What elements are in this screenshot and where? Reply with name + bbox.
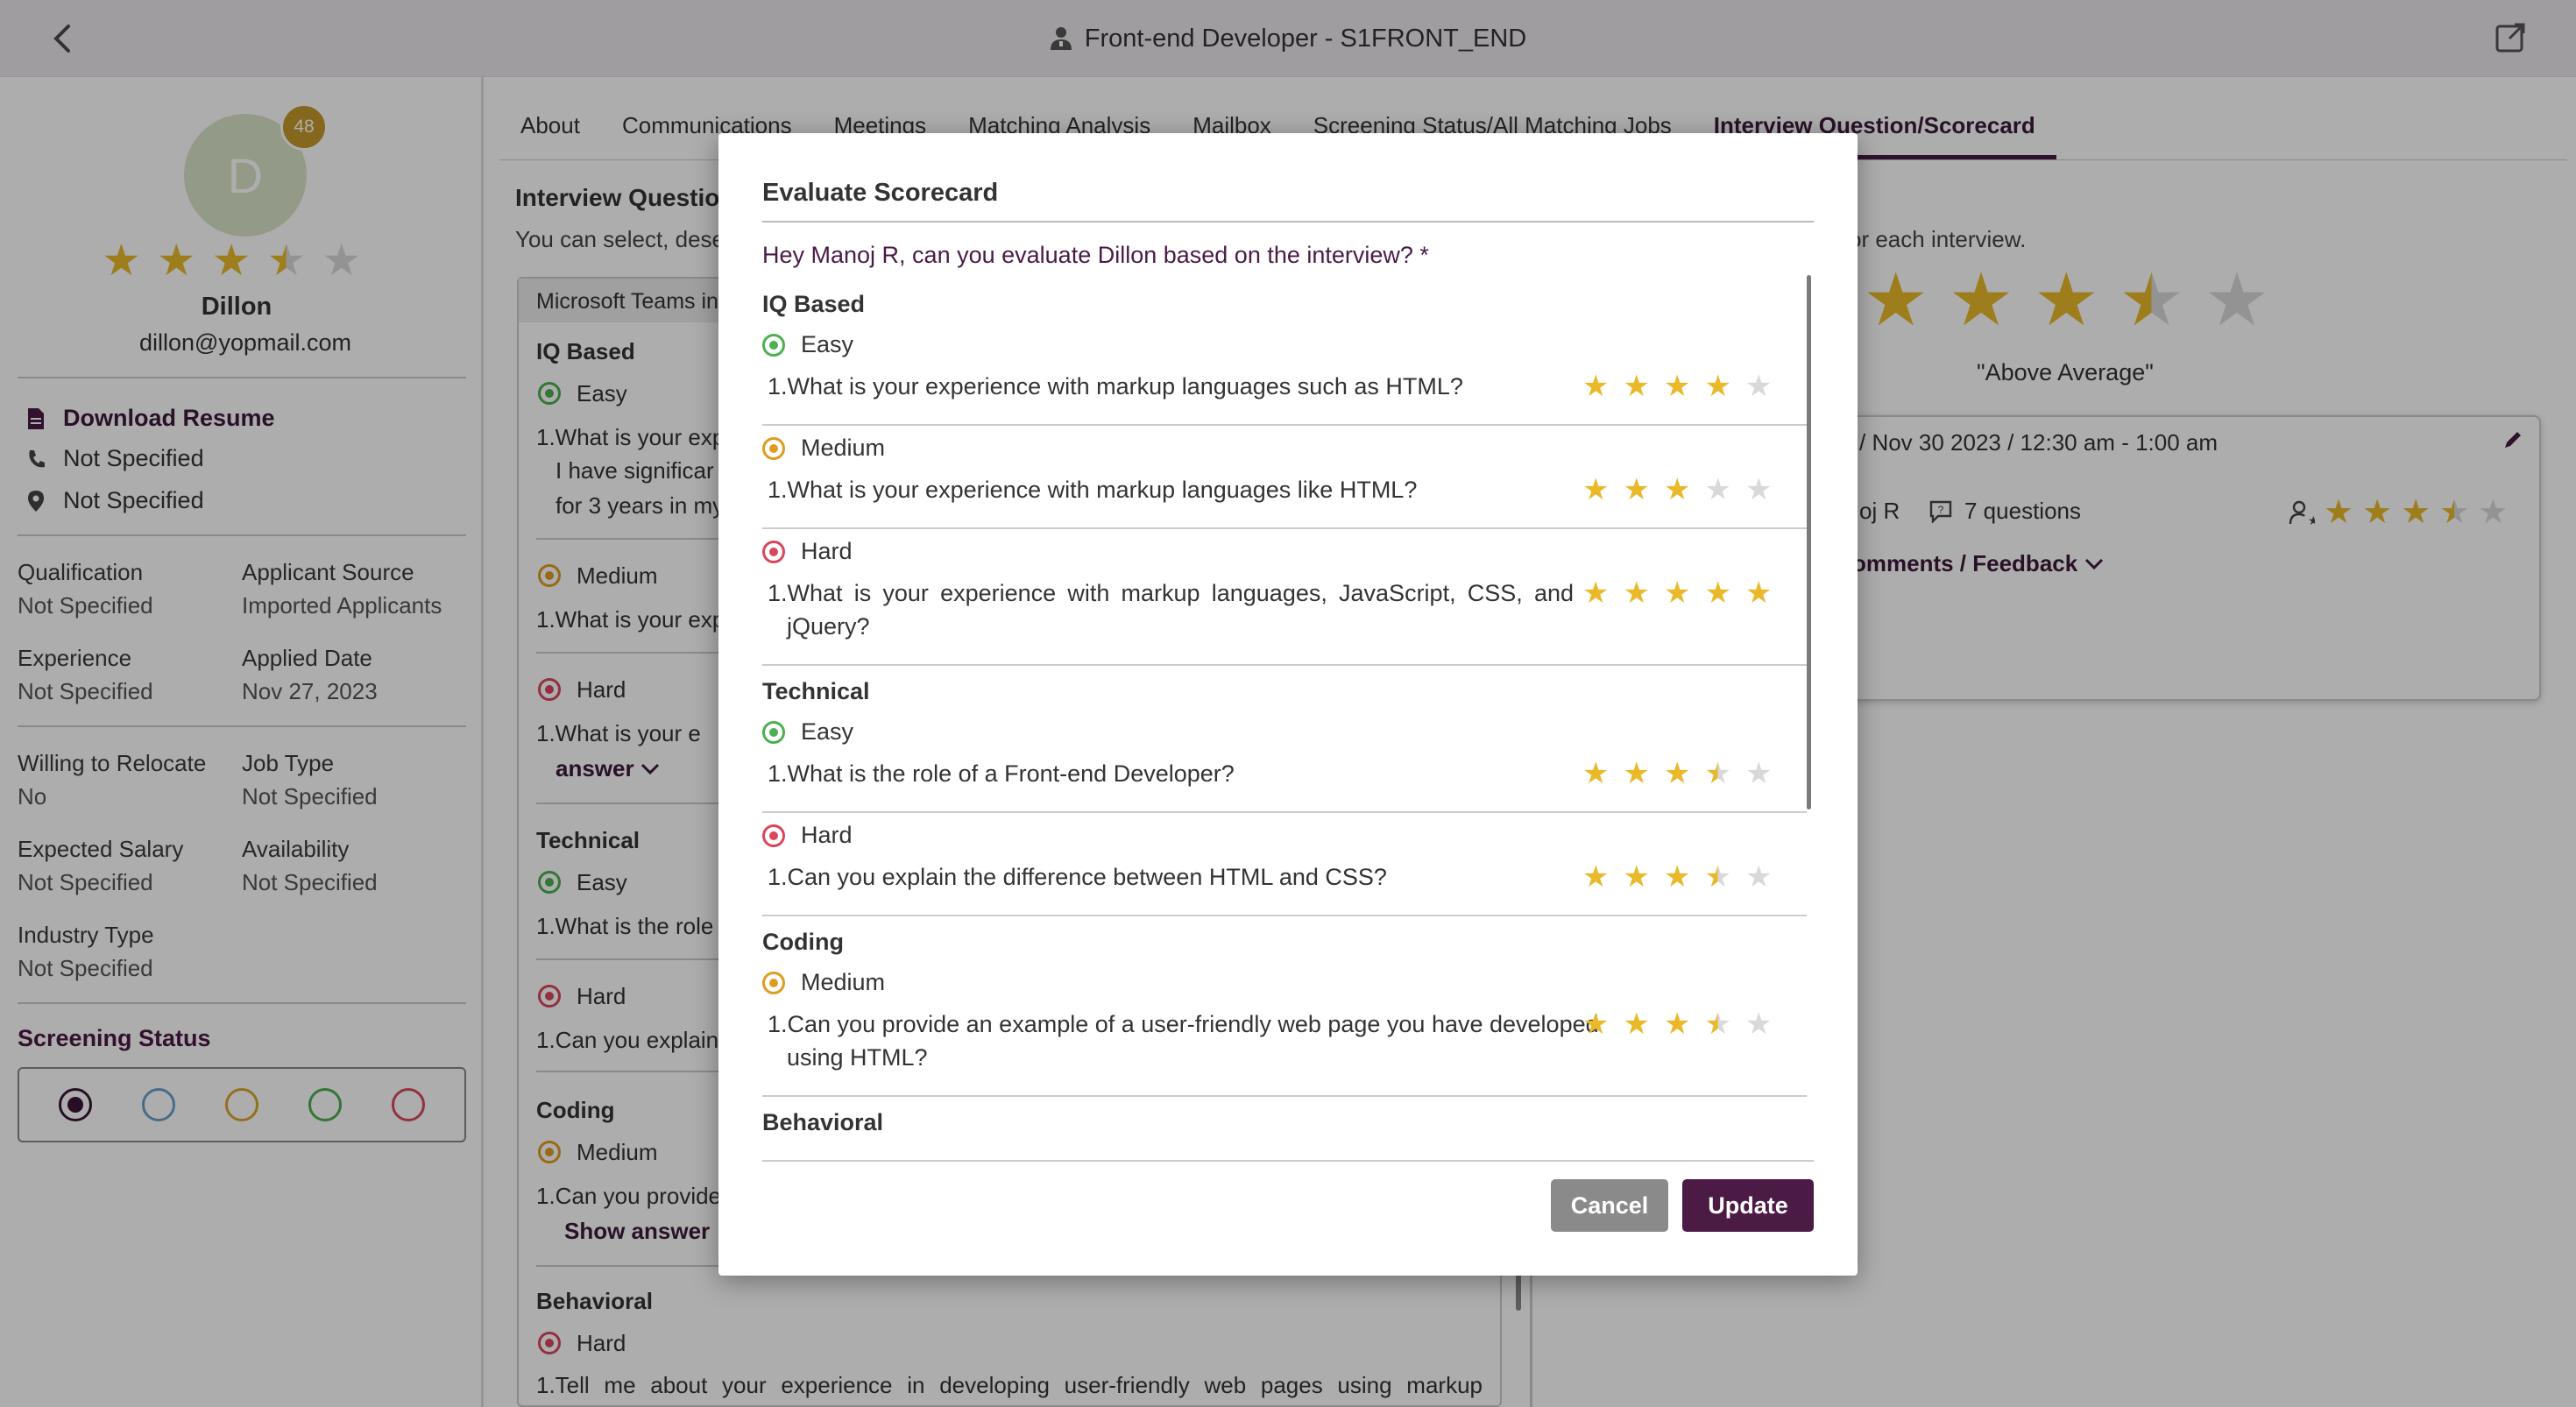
- easy-radio-icon: [762, 333, 785, 357]
- question-line-2: using HTML?: [787, 1044, 928, 1071]
- divider: [762, 424, 1807, 426]
- star-icon[interactable]: ★: [1582, 1009, 1609, 1039]
- question-line-1: 1.What is your experience with markup la…: [768, 580, 1574, 606]
- question-line-2: jQuery?: [787, 613, 870, 640]
- level-easy: Easy: [762, 718, 853, 746]
- star-icon[interactable]: ★: [1704, 371, 1730, 401]
- star-icon[interactable]: ★: [1623, 371, 1649, 401]
- divider: [762, 527, 1807, 529]
- star-icon[interactable]: ★: [1664, 862, 1690, 892]
- question-line-1: 1.Can you provide an example of a user-f…: [768, 1011, 1599, 1037]
- level-easy: Easy: [762, 331, 853, 358]
- star-icon[interactable]: ★: [1704, 578, 1730, 608]
- star-empty-icon[interactable]: ★: [1745, 862, 1772, 892]
- star-empty-icon[interactable]: ★: [1745, 759, 1772, 788]
- question-text: 1.What is your experience with markup la…: [768, 576, 1574, 643]
- question-text: 1.What is your experience with markup la…: [768, 373, 1463, 399]
- star-icon[interactable]: ★: [1582, 862, 1609, 892]
- star-icon[interactable]: ★: [1745, 578, 1772, 608]
- update-button[interactable]: Update: [1682, 1179, 1814, 1232]
- star-icon[interactable]: ★: [1664, 578, 1690, 608]
- cancel-button[interactable]: Cancel: [1551, 1179, 1668, 1232]
- divider: [762, 1095, 1807, 1097]
- star-icon[interactable]: ★: [1582, 371, 1609, 401]
- category-behavioral: Behavioral: [762, 1109, 884, 1135]
- divider: [762, 664, 1807, 666]
- star-rating[interactable]: ★ ★ ★ ★ ★: [1582, 371, 1772, 401]
- level-label: Easy: [801, 718, 854, 745]
- easy-radio-icon: [762, 720, 785, 744]
- star-rating[interactable]: ★ ★ ★ ★ ★: [1582, 578, 1772, 608]
- question-text: 1.Can you explain the difference between…: [768, 864, 1387, 890]
- question-text: 1.What is the role of a Front-end Develo…: [768, 760, 1235, 787]
- hard-radio-icon: [762, 540, 785, 563]
- level-label: Medium: [801, 435, 886, 461]
- star-empty-icon[interactable]: ★: [1745, 371, 1772, 401]
- divider: [762, 811, 1807, 813]
- evaluate-scorecard-modal: Evaluate Scorecard Hey Manoj R, can you …: [718, 133, 1858, 1276]
- star-icon[interactable]: ★: [1664, 1009, 1690, 1039]
- star-half-icon[interactable]: ★: [1704, 862, 1730, 892]
- star-empty-icon[interactable]: ★: [1745, 1009, 1772, 1039]
- level-medium: Medium: [762, 435, 885, 462]
- hard-radio-icon: [762, 824, 785, 847]
- star-icon[interactable]: ★: [1582, 759, 1609, 788]
- question-text: 1.What is your experience with markup la…: [768, 477, 1418, 503]
- divider: [762, 915, 1807, 916]
- question-text: 1.Can you provide an example of a user-f…: [768, 1008, 1599, 1074]
- category-coding: Coding: [762, 929, 844, 955]
- star-rating[interactable]: ★ ★ ★ ★ ★: [1582, 475, 1772, 505]
- evaluation-prompt: Hey Manoj R, can you evaluate Dillon bas…: [762, 242, 1429, 268]
- star-empty-icon[interactable]: ★: [1745, 475, 1772, 505]
- level-label: Hard: [801, 822, 853, 848]
- star-icon[interactable]: ★: [1623, 759, 1649, 788]
- level-label: Easy: [801, 331, 854, 357]
- star-empty-icon[interactable]: ★: [1704, 475, 1730, 505]
- star-icon[interactable]: ★: [1623, 862, 1649, 892]
- star-icon[interactable]: ★: [1623, 1009, 1649, 1039]
- divider: [762, 1160, 1814, 1162]
- star-half-icon[interactable]: ★: [1704, 759, 1730, 788]
- star-icon[interactable]: ★: [1664, 371, 1690, 401]
- star-icon[interactable]: ★: [1623, 475, 1649, 505]
- level-label: Medium: [801, 969, 886, 995]
- star-icon[interactable]: ★: [1664, 475, 1690, 505]
- medium-radio-icon: [762, 971, 785, 994]
- category-iq-based: IQ Based: [762, 291, 866, 317]
- star-half-icon[interactable]: ★: [1704, 1009, 1730, 1039]
- star-icon[interactable]: ★: [1623, 578, 1649, 608]
- star-rating[interactable]: ★ ★ ★ ★ ★: [1582, 1009, 1772, 1039]
- star-icon[interactable]: ★: [1582, 475, 1609, 505]
- star-rating[interactable]: ★ ★ ★ ★ ★: [1582, 759, 1772, 788]
- category-technical: Technical: [762, 678, 870, 704]
- level-medium: Medium: [762, 969, 885, 996]
- level-hard: Hard: [762, 538, 853, 565]
- modal-title: Evaluate Scorecard: [762, 179, 999, 207]
- star-icon[interactable]: ★: [1664, 759, 1690, 788]
- medium-radio-icon: [762, 436, 785, 460]
- level-hard: Hard: [762, 822, 853, 849]
- star-rating[interactable]: ★ ★ ★ ★ ★: [1582, 862, 1772, 892]
- star-icon[interactable]: ★: [1582, 578, 1609, 608]
- scorecard-list: IQ Based Easy 1.What is your experience …: [762, 273, 1831, 1297]
- divider: [762, 221, 1814, 223]
- level-label: Hard: [801, 538, 853, 564]
